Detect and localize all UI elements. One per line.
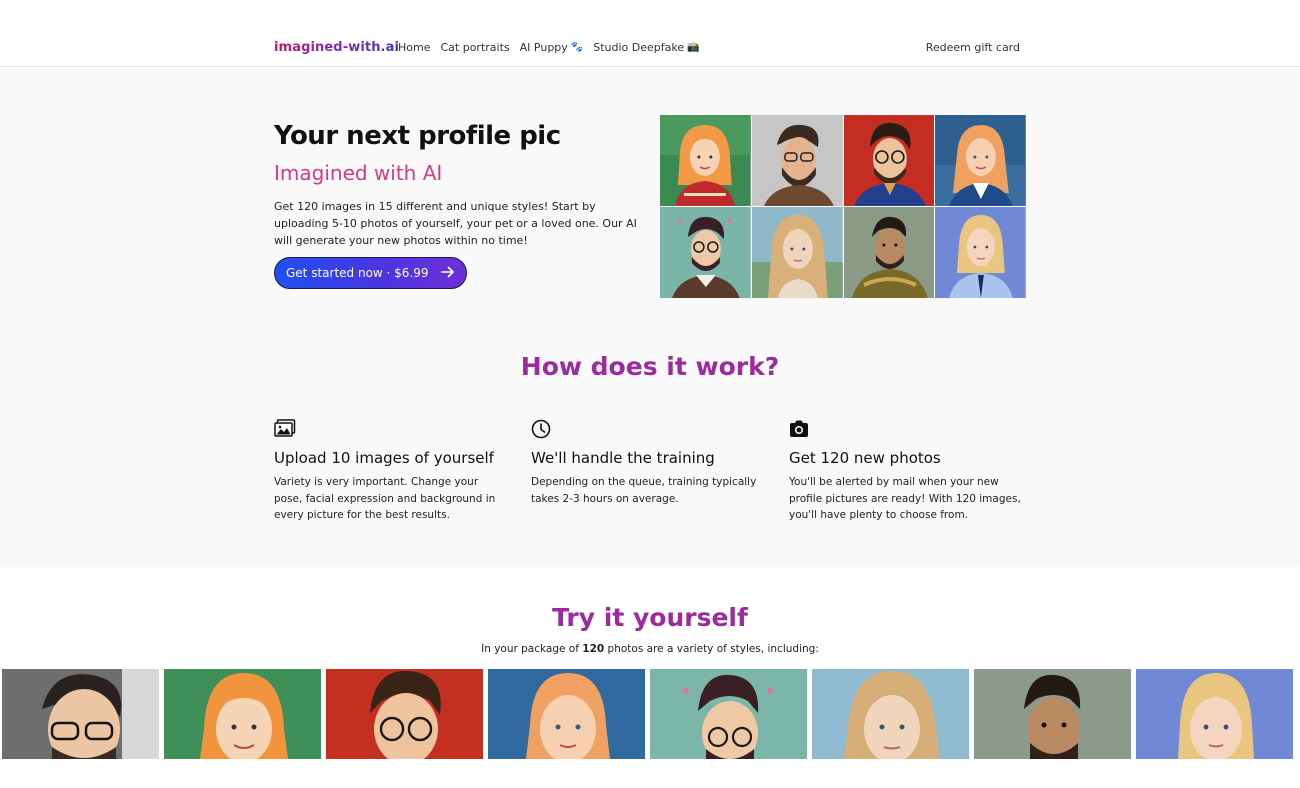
portrait-grid <box>660 115 1026 298</box>
nav-links: Home Cat portraits AI Puppy 🐾 Studio Deep… <box>398 41 700 54</box>
portrait-image <box>843 207 935 298</box>
arrow-right-icon <box>441 266 454 278</box>
nav-link-label: Home <box>398 41 431 54</box>
try-it-subtitle: In your package of 120 photos are a vari… <box>0 643 1300 655</box>
portrait-image <box>843 115 935 206</box>
style-image <box>326 669 483 759</box>
step-training: We'll handle the training Depending on t… <box>531 419 766 507</box>
step-text: Depending on the queue, training typical… <box>531 476 757 505</box>
hero-description: Get 120 images in 15 different and uniqu… <box>274 200 637 247</box>
style-image <box>650 669 807 759</box>
top-navbar: imagined-with.ai Home Cat portraits AI P… <box>0 0 1300 67</box>
step-text: Variety is very important. Change your p… <box>274 476 496 521</box>
portrait-image <box>751 115 843 206</box>
portrait-image <box>935 207 1026 298</box>
step-photos: Get 120 new photos You'll be alerted by … <box>789 419 1024 524</box>
camera-icon <box>790 420 808 437</box>
style-image <box>974 669 1131 759</box>
nav-link-studio-deepfake[interactable]: Studio Deepfake 📸 <box>593 41 699 54</box>
redeem-gift-card-link[interactable]: Redeem gift card <box>926 41 1020 54</box>
style-carousel[interactable] <box>2 669 1300 759</box>
style-image <box>2 669 159 759</box>
nav-link-cat-portraits[interactable]: Cat portraits <box>440 41 509 54</box>
camera-flash-icon: 📸 <box>687 42 700 53</box>
nav-link-label: AI Puppy <box>519 41 568 54</box>
step-upload: Upload 10 images of yourself Variety is … <box>274 419 509 524</box>
get-started-button[interactable]: Get started now · $6.99 <box>274 257 467 289</box>
portrait-image <box>935 115 1026 206</box>
hero-subtitle: Imagined with AI <box>274 161 443 185</box>
try-it-title: Try it yourself <box>552 603 748 632</box>
brand-logo[interactable]: imagined-with.ai <box>274 40 399 55</box>
step-text: You'll be alerted by mail when your new … <box>789 476 1021 521</box>
step-title: We'll handle the training <box>531 449 715 467</box>
style-image <box>488 669 645 759</box>
nav-link-label: Cat portraits <box>440 41 510 54</box>
nav-link-ai-puppy[interactable]: AI Puppy 🐾 <box>520 41 584 54</box>
try-sub-pre: In your package of <box>481 643 583 655</box>
hero-title: Your next profile pic <box>274 121 561 151</box>
step-title: Upload 10 images of yourself <box>274 449 494 467</box>
try-sub-post: photos are a variety of styles, includin… <box>604 643 819 655</box>
how-it-works-title: How does it work? <box>520 352 780 381</box>
style-image <box>164 669 321 759</box>
nav-link-label: Studio Deepfake <box>593 41 685 54</box>
nav-link-home[interactable]: Home <box>398 41 430 54</box>
style-image <box>812 669 969 759</box>
step-title: Get 120 new photos <box>789 449 941 467</box>
portrait-image <box>660 207 751 298</box>
get-started-label: Get started now · $6.99 <box>286 266 429 280</box>
images-icon <box>274 419 296 437</box>
style-image <box>1136 669 1293 759</box>
paw-icon: 🐾 <box>570 42 584 53</box>
hero-section: Your next profile pic Imagined with AI G… <box>0 67 1300 567</box>
portrait-image <box>751 207 843 298</box>
try-sub-count: 120 <box>582 643 605 655</box>
clock-icon <box>531 419 551 439</box>
portrait-image <box>660 115 751 206</box>
